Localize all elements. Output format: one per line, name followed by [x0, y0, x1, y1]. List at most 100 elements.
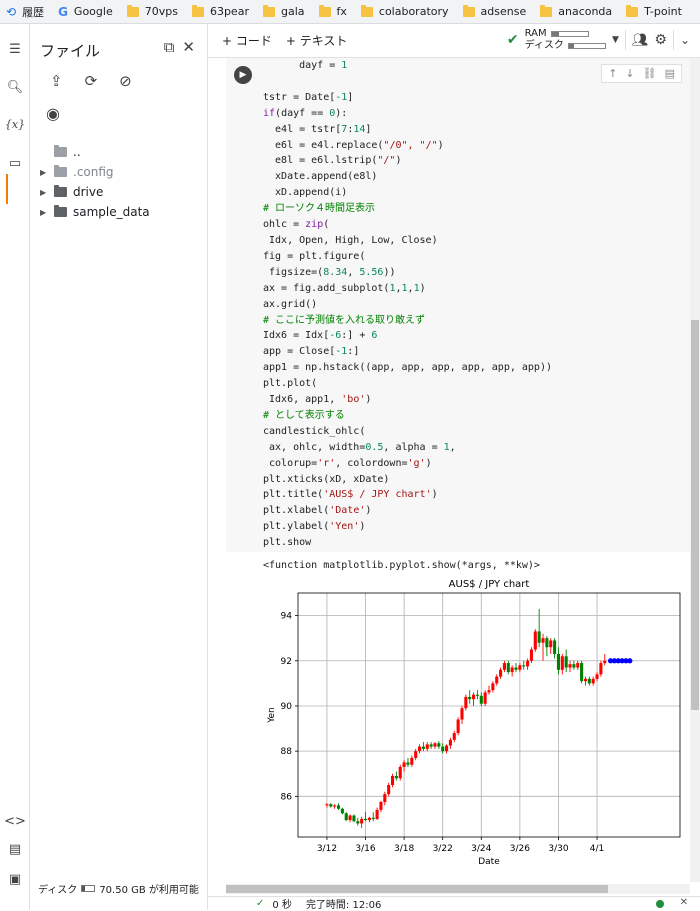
candle-body — [410, 757, 414, 765]
eye-icon[interactable]: ◉ — [46, 104, 60, 123]
y-tick-label: 86 — [281, 792, 293, 802]
x-tick-label: 3/18 — [394, 844, 414, 854]
file-tree-item[interactable]: ▶ .config — [40, 162, 150, 182]
bookmark-2[interactable]: 70vps — [121, 0, 186, 23]
x-tick-label: 4/1 — [590, 844, 604, 854]
candle-body — [580, 663, 584, 682]
candle-body — [529, 649, 533, 661]
bookmark-0[interactable]: ⟲ 履歴 — [0, 0, 52, 23]
close-icon[interactable]: ✕ — [182, 38, 195, 56]
collapse-chevron-icon[interactable]: ⌄ — [680, 33, 690, 47]
candle-body — [576, 663, 580, 668]
cell-output-text: <function matplotlib.pyplot.show(*args, … — [263, 560, 540, 571]
code-text[interactable]: dayf = 1 tstr = Date[-1] if(dayf == 0): … — [263, 58, 552, 551]
candle-body — [348, 815, 352, 821]
disk-status: ディスク 70.50 GB が利用可能 — [38, 881, 199, 896]
vertical-scrollbar[interactable] — [690, 58, 700, 882]
bookmark-8[interactable]: anaconda — [534, 0, 620, 23]
bookmark-label: 63pear — [209, 5, 249, 18]
candle-body — [445, 745, 449, 752]
candle-body — [352, 815, 356, 822]
refresh-folder-icon[interactable]: ⟳ — [85, 72, 98, 90]
folder-icon — [462, 4, 475, 17]
x-tick-label: 3/16 — [355, 844, 375, 854]
code-snippets-icon[interactable]: <> — [0, 814, 30, 829]
candle-body — [360, 818, 364, 824]
candle-body — [421, 746, 425, 749]
terminal-icon[interactable]: ▣ — [0, 872, 30, 887]
gear-icon[interactable]: ⚙ — [654, 32, 667, 48]
file-tree-label: .config — [73, 165, 114, 179]
completed-time: 完了時間: 12:06 — [305, 900, 382, 911]
candle-body — [537, 631, 541, 643]
file-tree: .. ▶ .config ▶ drive ▶ sample_data — [40, 142, 150, 222]
share-people-icon[interactable]: 👥︎ — [632, 33, 649, 48]
comment-icon[interactable]: ▤ — [665, 67, 675, 80]
open-in-tab-icon[interactable]: ⧉ — [164, 38, 175, 56]
unmount-drive-icon[interactable]: ⊘ — [119, 72, 132, 90]
prediction-point — [627, 658, 633, 664]
file-tree-label: drive — [73, 185, 104, 199]
file-tree-item[interactable]: ▶ drive — [40, 182, 150, 202]
run-cell-button[interactable]: ▶ — [234, 66, 252, 84]
search-icon[interactable]: 🔍︎ — [0, 80, 30, 95]
candle-body — [472, 694, 476, 700]
add-text-button[interactable]: + テキスト — [286, 32, 348, 49]
bookmark-3[interactable]: 63pear — [186, 0, 257, 23]
expand-arrow-icon[interactable]: ▶ — [40, 188, 54, 197]
candle-body — [549, 640, 553, 648]
bookmark-4[interactable]: gala — [257, 0, 313, 23]
chevron-down-icon[interactable]: ▼ — [612, 35, 619, 45]
y-axis-label: Yen — [267, 707, 277, 724]
bookmark-9[interactable]: T-point — [620, 0, 690, 23]
file-panel-title: ファイル — [40, 42, 101, 60]
horizontal-scrollbar[interactable] — [226, 884, 690, 894]
candle-body — [510, 667, 514, 673]
candle-body — [541, 638, 545, 643]
candle-body — [448, 739, 452, 746]
disk-bar — [567, 43, 606, 49]
candle-body — [371, 817, 375, 819]
candle-body — [518, 665, 522, 670]
variables-icon[interactable]: {x} — [0, 118, 30, 131]
bookmark-6[interactable]: colaboratory — [355, 0, 457, 23]
file-tree-item[interactable]: .. — [40, 142, 150, 162]
candle-body — [418, 746, 422, 752]
candle-body — [491, 683, 495, 691]
link-icon[interactable]: ⛓ — [643, 67, 657, 80]
bookmark-label: colaboratory — [378, 5, 449, 18]
command-palette-icon[interactable]: ▤ — [0, 842, 30, 857]
table-of-contents-icon[interactable]: ☰ — [0, 42, 30, 57]
connected-check-icon: ✔ — [506, 32, 519, 48]
add-code-button[interactable]: + コード — [222, 32, 272, 49]
candle-body — [502, 663, 506, 670]
bookmark-label: 履歴 — [22, 5, 45, 19]
x-tick-label: 3/26 — [510, 844, 530, 854]
expand-arrow-icon[interactable]: ▶ — [40, 208, 54, 217]
candle-body — [441, 746, 445, 752]
bookmark-5[interactable]: fx — [313, 0, 355, 23]
candle-body — [414, 751, 418, 758]
bookmark-1[interactable]: G Google — [52, 0, 121, 23]
expand-arrow-icon[interactable]: ▶ — [40, 168, 54, 177]
parent-folder-icon — [54, 145, 67, 157]
bookmark-7[interactable]: adsense — [457, 0, 535, 23]
upload-icon[interactable]: ⇪ — [50, 72, 63, 90]
file-tree-item[interactable]: ▶ sample_data — [40, 202, 150, 222]
move-up-icon[interactable]: ↑ — [608, 67, 617, 80]
candle-body — [460, 708, 464, 720]
resource-monitor[interactable]: RAM ディスク — [525, 28, 606, 52]
candle-body — [433, 743, 437, 747]
x-tick-label: 3/30 — [548, 844, 568, 854]
files-icon[interactable]: ▭ — [0, 156, 30, 171]
y-tick-label: 94 — [281, 612, 293, 622]
status-close-icon[interactable]: ✕ — [680, 897, 688, 908]
move-down-icon[interactable]: ↓ — [625, 67, 634, 80]
candle-body — [553, 640, 557, 654]
candle-body — [406, 762, 410, 765]
execution-time: 0 秒 — [272, 900, 292, 911]
candle-body — [568, 664, 572, 668]
folder-icon — [54, 165, 67, 177]
candle-body — [506, 663, 510, 673]
bookmark-label: T-point — [644, 5, 682, 18]
